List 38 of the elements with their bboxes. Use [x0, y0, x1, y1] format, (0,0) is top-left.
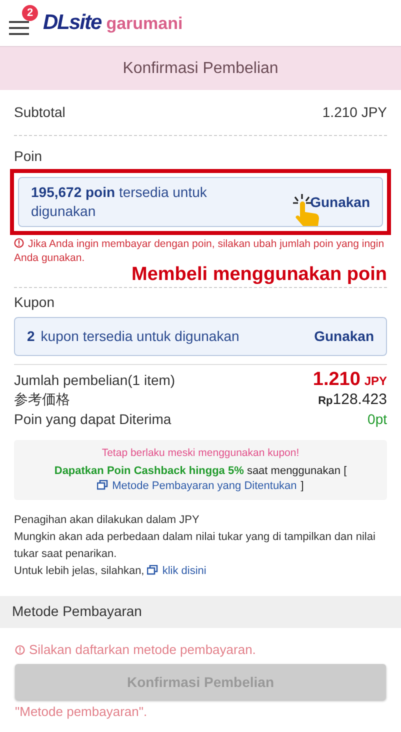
notification-badge: 2 [22, 5, 38, 21]
menu-icon[interactable] [9, 19, 29, 35]
summary-label: Jumlah pembelian(1 item) [14, 371, 176, 389]
logo[interactable]: DLsite [43, 7, 102, 39]
coupon-card[interactable]: 2 kupon tersedia untuk digunakan Gunakan [14, 317, 387, 356]
coupon-label: Kupon [14, 293, 56, 312]
subtotal-value: 1.210 JPY [322, 103, 387, 122]
coupon-available-text: 2 kupon tersedia untuk digunakan [27, 327, 240, 346]
bracket-text: ] [300, 478, 304, 494]
payment-warning: Silakan daftarkan metode pembayaran. [15, 640, 386, 660]
info-text: Mungkin akan ada perbedaan dalam nilai tukar yang di tampilkan dan nilai tukar saat penarikan. [14, 530, 376, 562]
info-text: Penagihan akan dilakukan dalam JPY [14, 512, 200, 528]
payment-section-title: Metode Pembayaran [12, 602, 142, 622]
external-link-icon [97, 480, 108, 490]
cashback-text: Dapatkan Poin Cashback hingga 5% saat menggunakan [ [54, 464, 347, 479]
payment-note: "Metode pembayaran". [15, 703, 148, 722]
total-price: 1.210 JPY [312, 371, 387, 390]
points-card[interactable]: 195,672 poin tersedia untuk digunakan Gunakan [18, 177, 383, 227]
points-available-text: 195,672 poin tersedia untuk digunakan [31, 183, 208, 221]
logo-subtitle: garumani [106, 13, 183, 36]
payment-method-link[interactable]: Metode Pembayaran yang Ditentukan [97, 478, 297, 494]
info-text: Untuk lebih jelas, silahkan, [14, 564, 144, 577]
details-link[interactable]: klik disini [147, 564, 206, 577]
points-label: Poin [14, 147, 44, 166]
subtotal-label: Subtotal [14, 103, 66, 122]
use-points-link[interactable]: Gunakan [310, 192, 370, 212]
reference-price: Rp128.423 [318, 390, 387, 410]
alert-icon [15, 644, 25, 655]
summary-label: Poin yang dapat Diterima [14, 410, 172, 428]
summary-label: 参考価格 [14, 390, 70, 408]
use-coupon-link[interactable]: Gunakan [314, 326, 374, 347]
page-title: Konfirmasi Pembelian [122, 58, 278, 78]
cashback-note: Tetap berlaku meski menggunakan kupon! [100, 446, 300, 461]
points-warning: Jika Anda ingin membayar dengan poin, silakan ubah jumlah poin yang ingin Anda gunakan. [14, 237, 386, 265]
annotation-label: Membeli menggunakan poin [132, 265, 387, 285]
earned-points: 0pt [368, 410, 387, 428]
external-link-icon [147, 564, 158, 575]
alert-icon [14, 238, 24, 248]
